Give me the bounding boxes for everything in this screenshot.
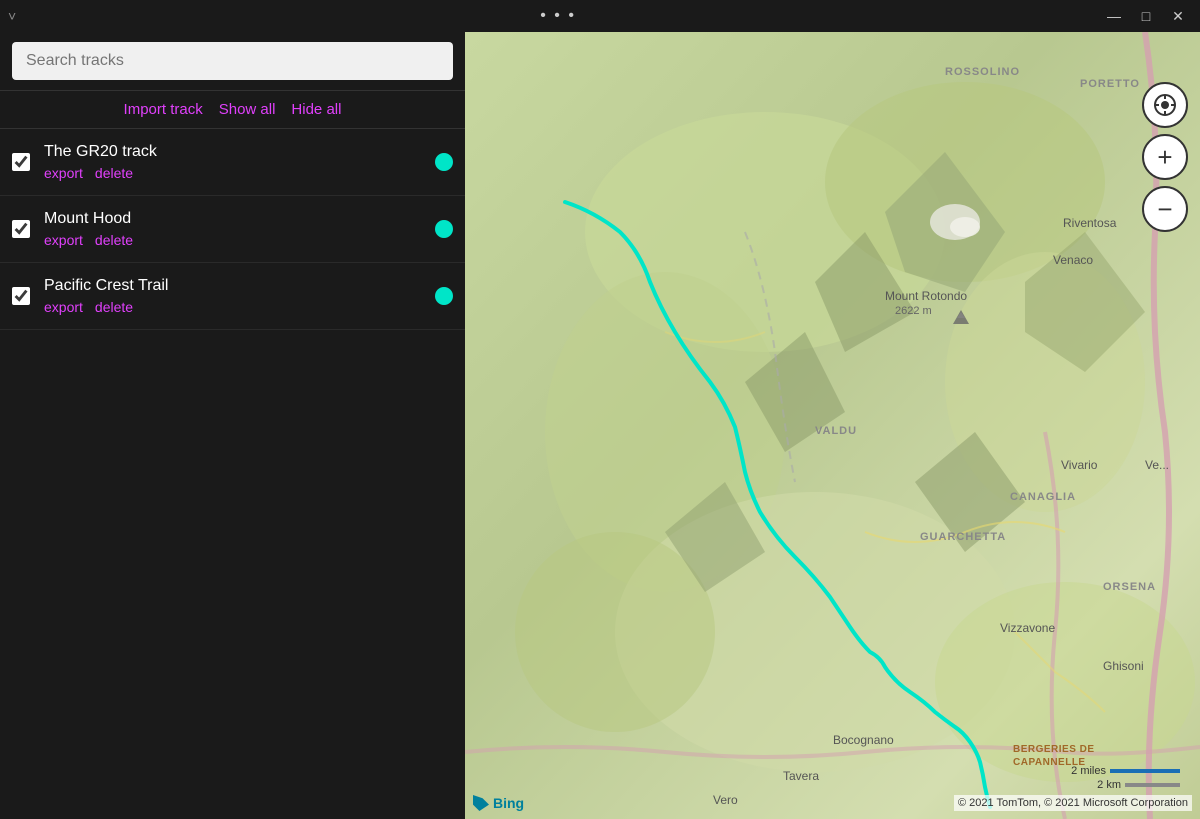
track-info: The GR20 track export delete	[44, 143, 427, 181]
scale-km-bar	[1125, 783, 1180, 787]
scale-miles-label: 2 miles	[1071, 765, 1106, 777]
map-attribution: © 2021 TomTom, © 2021 Microsoft Corporat…	[954, 795, 1192, 811]
export-track-button[interactable]: export	[44, 165, 83, 181]
search-container	[0, 32, 465, 91]
minimize-button[interactable]: —	[1100, 4, 1128, 28]
sidebar: Import track Show all Hide all The GR20 …	[0, 32, 465, 819]
svg-text:GUARCHETTA: GUARCHETTA	[920, 531, 1006, 543]
svg-text:PORETTO: PORETTO	[1080, 78, 1140, 90]
show-all-button[interactable]: Show all	[219, 101, 276, 118]
hide-all-button[interactable]: Hide all	[291, 101, 341, 118]
track-item: Pacific Crest Trail export delete	[0, 263, 465, 330]
export-track-button[interactable]: export	[44, 232, 83, 248]
map-svg: ROSSOLINO PORETTO Riventosa Venaco Mount…	[465, 32, 1200, 819]
svg-text:ORSENA: ORSENA	[1103, 581, 1156, 593]
main-content: Import track Show all Hide all The GR20 …	[0, 32, 1200, 819]
track-color-dot	[435, 153, 453, 171]
track-name: Pacific Crest Trail	[44, 277, 427, 295]
svg-text:ROSSOLINO: ROSSOLINO	[945, 66, 1020, 78]
track-info: Mount Hood export delete	[44, 210, 427, 248]
track-checkbox[interactable]	[12, 153, 30, 171]
svg-text:Riventosa: Riventosa	[1063, 216, 1117, 230]
titlebar-dots-icon: • • •	[540, 7, 576, 25]
track-color-dot	[435, 287, 453, 305]
titlebar-right: — □ ✕	[1100, 4, 1192, 28]
delete-track-button[interactable]: delete	[95, 232, 133, 248]
scale-km-label: 2 km	[1097, 779, 1121, 791]
zoom-out-button[interactable]: −	[1142, 186, 1188, 232]
svg-text:Mount Rotondo: Mount Rotondo	[885, 289, 967, 303]
import-track-button[interactable]: Import track	[124, 101, 203, 118]
svg-text:Ve...: Ve...	[1145, 458, 1169, 472]
track-name: Mount Hood	[44, 210, 427, 228]
svg-text:Vizzavone: Vizzavone	[1000, 621, 1055, 635]
track-item: The GR20 track export delete	[0, 129, 465, 196]
scale-bar: 2 miles 2 km	[1071, 765, 1180, 791]
track-actions: export delete	[44, 232, 427, 248]
track-info: Pacific Crest Trail export delete	[44, 277, 427, 315]
svg-text:CANAGLIA: CANAGLIA	[1010, 491, 1076, 503]
location-button[interactable]	[1142, 82, 1188, 128]
delete-track-button[interactable]: delete	[95, 299, 133, 315]
svg-text:Vivario: Vivario	[1061, 458, 1098, 472]
track-checkbox[interactable]	[12, 220, 30, 238]
svg-text:Tavera: Tavera	[783, 769, 819, 783]
svg-text:Venaco: Venaco	[1053, 253, 1093, 267]
delete-track-button[interactable]: delete	[95, 165, 133, 181]
bing-label: Bing	[493, 795, 524, 811]
map-controls: + −	[1142, 82, 1188, 232]
track-name: The GR20 track	[44, 143, 427, 161]
svg-text:BERGERIES DE: BERGERIES DE	[1013, 744, 1095, 755]
track-checkbox[interactable]	[12, 287, 30, 305]
titlebar: ˅ • • • — □ ✕	[0, 0, 1200, 32]
titlebar-chevron-icon: ˅	[8, 8, 16, 24]
bing-icon	[473, 795, 489, 811]
svg-text:2622 m: 2622 m	[895, 305, 932, 317]
export-track-button[interactable]: export	[44, 299, 83, 315]
titlebar-left: ˅	[8, 8, 16, 24]
track-color-dot	[435, 220, 453, 238]
svg-text:Vero: Vero	[713, 793, 738, 807]
svg-text:Ghisoni: Ghisoni	[1103, 659, 1144, 673]
zoom-in-button[interactable]: +	[1142, 134, 1188, 180]
map-container: ROSSOLINO PORETTO Riventosa Venaco Mount…	[465, 32, 1200, 819]
svg-text:VALDU: VALDU	[815, 425, 857, 437]
maximize-button[interactable]: □	[1132, 4, 1160, 28]
titlebar-center: • • •	[540, 7, 576, 25]
scale-miles-bar	[1110, 769, 1180, 773]
close-button[interactable]: ✕	[1164, 4, 1192, 28]
tracks-toolbar: Import track Show all Hide all	[0, 91, 465, 129]
tracks-list: The GR20 track export delete Mount Hood …	[0, 129, 465, 819]
svg-text:Bocognano: Bocognano	[833, 733, 894, 747]
scale-km-row: 2 km	[1097, 779, 1180, 791]
scale-miles-row: 2 miles	[1071, 765, 1180, 777]
bing-logo: Bing	[473, 795, 524, 811]
track-actions: export delete	[44, 299, 427, 315]
search-input[interactable]	[12, 42, 453, 80]
track-item: Mount Hood export delete	[0, 196, 465, 263]
track-actions: export delete	[44, 165, 427, 181]
